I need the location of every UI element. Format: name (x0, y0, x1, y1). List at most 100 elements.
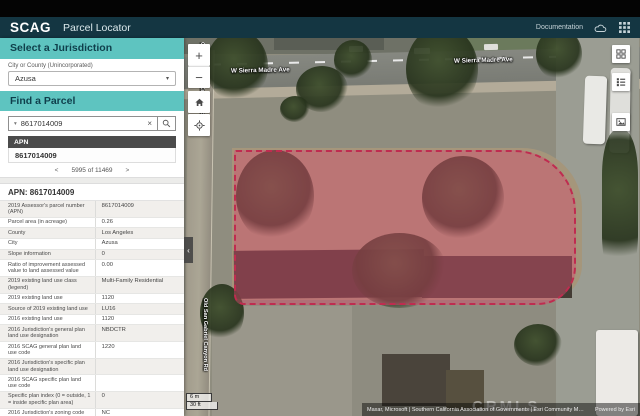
search-dropdown-caret-icon[interactable]: ▾ (14, 121, 17, 127)
row-label: Specific plan index (0 = outside, 1 = in… (0, 392, 96, 408)
table-row: 2016 existing land use 1120 (0, 315, 184, 326)
row-label: 2019 existing land use class (legend) (0, 277, 96, 293)
apps-grid-icon[interactable] (619, 22, 630, 33)
window-top-strip (0, 0, 640, 17)
row-label: 2016 existing land use (0, 315, 96, 325)
home-button[interactable] (188, 91, 210, 113)
zoom-in-button[interactable]: + (188, 44, 210, 66)
jurisdiction-selected-value: Azusa (15, 74, 36, 83)
row-value: 0.00 (96, 260, 184, 276)
vehicle (484, 44, 498, 50)
row-value: 0.26 (96, 218, 184, 228)
row-label: 2016 Jurisdiction's specific plan land u… (0, 359, 96, 375)
row-label: 2019 Assessor's parcel number (APN) (0, 201, 96, 217)
jurisdiction-section-title: Select a Jurisdiction (0, 38, 184, 59)
row-value (96, 375, 184, 391)
attribution-bar: Maxar, Microsoft | Southern California A… (362, 403, 640, 416)
scale-imperial: 30 ft (186, 402, 218, 410)
screenshot-icon (616, 117, 626, 127)
section-divider (0, 177, 184, 184)
row-label: County (0, 228, 96, 238)
table-row: 2016 SCAG specific plan land use code (0, 375, 184, 392)
row-value: NBDCTR (96, 325, 184, 341)
row-value: 1120 (96, 294, 184, 304)
table-row: Source of 2019 existing land use LU16 (0, 304, 184, 315)
map-canvas[interactable]: W Sierra Madre Ave W Sierra Madre Ave Ol… (184, 38, 640, 416)
row-label: City (0, 239, 96, 249)
tree (514, 324, 562, 366)
legend-button[interactable] (612, 73, 630, 91)
next-page-button[interactable]: > (126, 167, 130, 174)
prev-page-button[interactable]: < (55, 167, 59, 174)
row-value: 1220 (96, 342, 184, 358)
row-value: NC (96, 409, 184, 416)
results-pagination: < 5995 of 11469 > (0, 163, 184, 177)
jurisdiction-select[interactable]: Azusa ▾ (8, 71, 176, 86)
building-roof-bottom (382, 354, 450, 406)
parcel-highlight[interactable] (234, 150, 576, 305)
table-row: County Los Angeles (0, 228, 184, 239)
app-title: Parcel Locator (63, 22, 131, 34)
jurisdiction-field-label: City or County (Unincorporated) (8, 63, 176, 69)
scale-bar: 6 m 30 ft (186, 393, 218, 410)
row-label: Parcel area (in acreage) (0, 218, 96, 228)
table-row: Parcel area (in acreage) 0.26 (0, 218, 184, 229)
row-label: 2016 SCAG specific plan land use code (0, 375, 96, 391)
rv-trailer (583, 76, 607, 145)
scag-logo: SCAG (10, 20, 51, 35)
magnifier-icon (162, 119, 171, 128)
parcel-search-box[interactable]: ▾ × (8, 116, 158, 131)
result-row-apn[interactable]: 8617014009 (8, 148, 176, 163)
sidebar: Select a Jurisdiction City or County (Un… (0, 38, 184, 416)
zoom-out-button[interactable]: − (188, 66, 210, 88)
row-label: Slope information (0, 250, 96, 260)
screenshot-button[interactable] (612, 113, 630, 131)
jurisdiction-body: City or County (Unincorporated) Azusa ▾ (0, 59, 184, 91)
locate-icon (194, 120, 205, 131)
row-label: Source of 2019 existing land use (0, 304, 96, 314)
powered-by-esri: Powered by Esri (595, 407, 635, 413)
table-row: 2016 Jurisdiction's zoning code NC (0, 409, 184, 416)
table-row: 2019 Assessor's parcel number (APN) 8617… (0, 201, 184, 218)
row-value: Multi-Family Residential (96, 277, 184, 293)
table-row: 2016 Jurisdiction's specific plan land u… (0, 359, 184, 376)
parcel-details-title: APN: 8617014009 (0, 184, 184, 200)
table-row: 2019 existing land use class (legend) Mu… (0, 277, 184, 294)
clear-search-icon[interactable]: × (147, 120, 152, 128)
scale-metric: 6 m (186, 393, 212, 402)
scag-parcel-locator-app: SCAG Parcel Locator Documentation Select… (0, 0, 640, 416)
row-value: Los Angeles (96, 228, 184, 238)
table-row: 2019 existing land use 1120 (0, 294, 184, 305)
cloud-icon[interactable] (594, 23, 608, 33)
pagination-status: 5995 of 11469 (71, 167, 112, 174)
result-column-header: APN (8, 136, 176, 148)
attribution-text: Maxar, Microsoft | Southern California A… (367, 407, 585, 413)
row-label: 2016 SCAG general plan land use code (0, 342, 96, 358)
parcel-search-input[interactable] (21, 119, 144, 128)
chevron-down-icon: ▾ (166, 75, 169, 82)
row-value: 0 (96, 392, 184, 408)
parcel-search-row: ▾ × (0, 111, 184, 134)
search-button[interactable] (158, 116, 176, 131)
table-row: Slope information 0 (0, 250, 184, 261)
row-value: 0 (96, 250, 184, 260)
row-value: 8617014009 (96, 201, 184, 217)
street-label-sierra-madre-left: W Sierra Madre Ave (231, 66, 290, 74)
row-value: 1120 (96, 315, 184, 325)
locate-button[interactable] (188, 114, 210, 136)
tree (406, 38, 478, 112)
row-label: 2016 Jurisdiction's zoning code (0, 409, 96, 416)
table-row: 2016 SCAG general plan land use code 122… (0, 342, 184, 359)
row-value (96, 359, 184, 375)
table-row: 2016 Jurisdiction's general plan land us… (0, 325, 184, 342)
tree (280, 96, 310, 122)
documentation-link[interactable]: Documentation (536, 24, 583, 31)
chevron-left-icon: ‹ (187, 246, 190, 255)
basemap-gallery-button[interactable] (612, 45, 630, 63)
parcel-details-table: 2019 Assessor's parcel number (APN) 8617… (0, 200, 184, 416)
app-header: SCAG Parcel Locator Documentation (0, 17, 640, 38)
hedge (602, 130, 638, 280)
sidebar-collapse-button[interactable]: ‹ (184, 237, 193, 263)
row-value: Azusa (96, 239, 184, 249)
find-parcel-section-title: Find a Parcel (0, 91, 184, 112)
